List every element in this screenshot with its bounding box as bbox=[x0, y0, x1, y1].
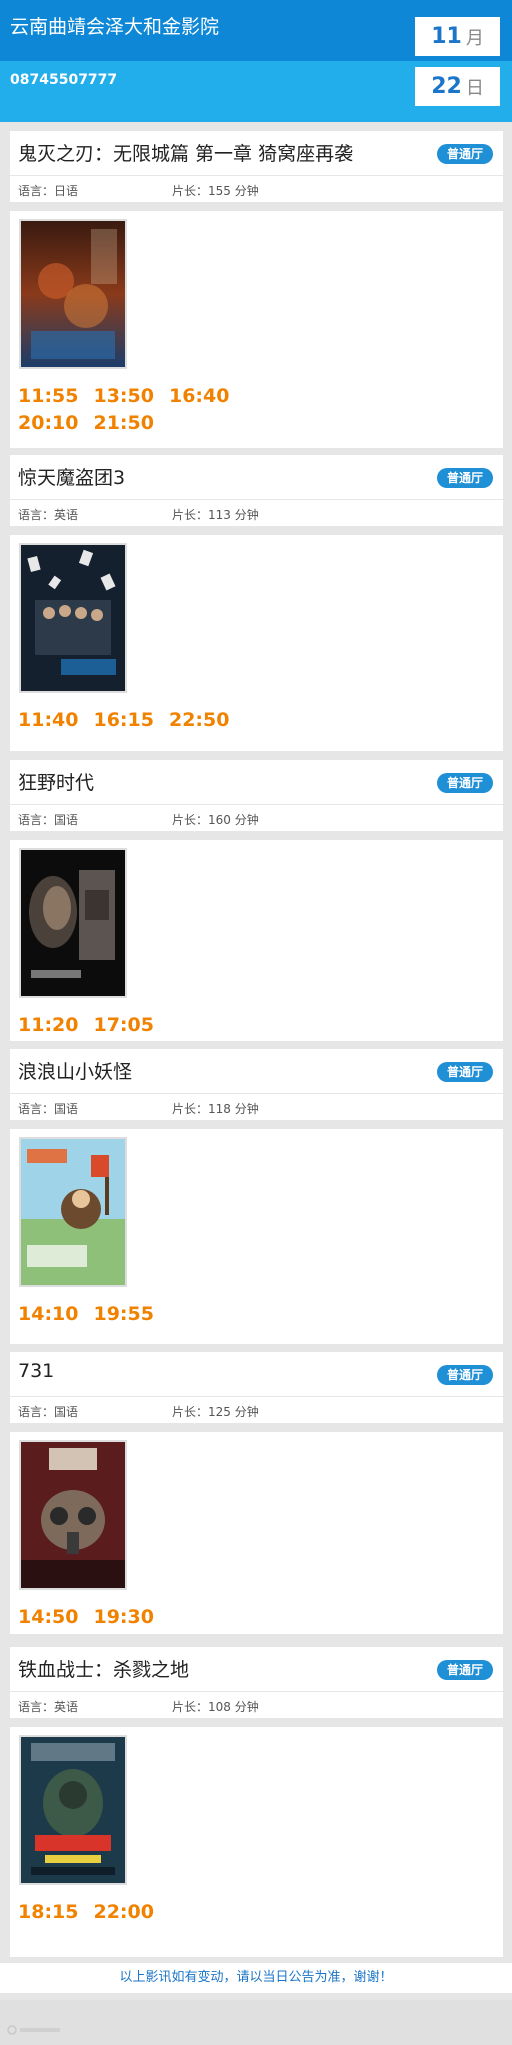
month-number: 11 bbox=[431, 24, 462, 49]
movie-title-bar: 狂野时代 普通厅 bbox=[10, 760, 503, 804]
cinema-name: 云南曲靖会泽大和金影院 bbox=[10, 16, 220, 38]
movie-title: 惊天魔盗团3 bbox=[18, 467, 126, 489]
movie-duration: 片长：155 分钟 bbox=[172, 184, 259, 198]
watermark-logo bbox=[6, 2024, 66, 2039]
footer-bottom-band bbox=[0, 2000, 512, 2045]
hall-badge: 普通厅 bbox=[436, 144, 493, 164]
movie-info-bar: 语言：英语 片长：113 分钟 bbox=[10, 500, 503, 526]
movie-showtimes-card: 11:20 17:05 bbox=[10, 840, 503, 1041]
movie-title-bar: 铁血战士：杀戮之地 普通厅 bbox=[10, 1647, 503, 1691]
movie-card: 铁血战士：杀戮之地 普通厅 语言：英语 片长：108 分钟 18:15 22:00 bbox=[10, 1647, 503, 1957]
movie-poster[interactable] bbox=[19, 543, 127, 693]
showtime-list: 18:15 22:00 bbox=[18, 1899, 318, 1926]
showtime[interactable]: 20:10 bbox=[18, 410, 78, 437]
movie-title-bar: 浪浪山小妖怪 普通厅 bbox=[10, 1049, 503, 1093]
day-number: 22 bbox=[431, 74, 462, 99]
movie-language: 语言：国语 bbox=[18, 1102, 79, 1116]
showtime[interactable]: 18:15 bbox=[18, 1899, 78, 1926]
hall-badge: 普通厅 bbox=[436, 1365, 493, 1385]
movie-showtimes-card: 11:40 16:15 22:50 bbox=[10, 535, 503, 751]
movie-card: 惊天魔盗团3 普通厅 语言：英语 片长：113 分钟 11:40 16:15 22:… bbox=[10, 455, 503, 751]
movie-title: 731 bbox=[18, 1360, 55, 1382]
month-unit: 月 bbox=[465, 27, 484, 49]
movie-card: 浪浪山小妖怪 普通厅 语言：国语 片长：118 分钟 14:10 19:55 bbox=[10, 1049, 503, 1344]
cinema-header: 云南曲靖会泽大和金影院 08745507777 11 月 22 日 bbox=[0, 0, 512, 122]
showtime[interactable]: 16:15 bbox=[93, 707, 153, 734]
hall-badge: 普通厅 bbox=[436, 468, 493, 488]
hall-badge: 普通厅 bbox=[436, 1062, 493, 1082]
showtime[interactable]: 16:40 bbox=[169, 383, 229, 410]
showtime[interactable]: 22:50 bbox=[169, 707, 229, 734]
showtime-list: 14:10 19:55 bbox=[18, 1301, 318, 1328]
movie-language: 语言：日语 bbox=[18, 184, 79, 198]
movie-duration: 片长：125 分钟 bbox=[172, 1405, 259, 1419]
footer-notice: 以上影讯如有变动，请以当日公告为准，谢谢！ bbox=[0, 1963, 512, 1993]
movie-duration: 片长：108 分钟 bbox=[172, 1700, 259, 1714]
showtime-list: 11:55 13:50 16:40 20:10 21:50 bbox=[18, 383, 318, 437]
movie-title: 狂野时代 bbox=[18, 772, 95, 794]
showtime[interactable]: 17:05 bbox=[93, 1012, 153, 1039]
movie-poster[interactable] bbox=[19, 1440, 127, 1590]
showtime[interactable]: 11:55 bbox=[18, 383, 78, 410]
movie-info-bar: 语言：国语 片长：118 分钟 bbox=[10, 1094, 503, 1120]
movie-showtimes-card: 14:50 19:30 bbox=[10, 1432, 503, 1634]
movie-showtimes-card: 11:55 13:50 16:40 20:10 21:50 bbox=[10, 211, 503, 448]
movie-language: 语言：英语 bbox=[18, 508, 79, 522]
showtime-list: 14:50 19:30 bbox=[18, 1604, 318, 1631]
showtime[interactable]: 11:40 bbox=[18, 707, 78, 734]
movie-language: 语言：英语 bbox=[18, 1700, 79, 1714]
movie-language: 语言：国语 bbox=[18, 1405, 79, 1419]
movie-info-bar: 语言：国语 片长：160 分钟 bbox=[10, 805, 503, 831]
movie-info-bar: 语言：国语 片长：125 分钟 bbox=[10, 1397, 503, 1423]
movie-showtimes-card: 18:15 22:00 bbox=[10, 1727, 503, 1957]
movie-duration: 片长：118 分钟 bbox=[172, 1102, 259, 1116]
hall-badge: 普通厅 bbox=[436, 773, 493, 793]
showtime[interactable]: 14:50 bbox=[18, 1604, 78, 1631]
movie-card: 731 普通厅 语言：国语 片长：125 分钟 14:50 19:30 bbox=[10, 1352, 503, 1634]
movie-card: 鬼灭之刃：无限城篇 第一章 猗窝座再袭 普通厅 语言：日语 片长：155 分钟 … bbox=[10, 131, 503, 448]
showtime[interactable]: 21:50 bbox=[93, 410, 153, 437]
movie-poster[interactable] bbox=[19, 1137, 127, 1287]
showtime[interactable]: 19:30 bbox=[93, 1604, 153, 1631]
showtime[interactable]: 22:00 bbox=[93, 1899, 153, 1926]
movie-info-bar: 语言：英语 片长：108 分钟 bbox=[10, 1692, 503, 1718]
movie-language: 语言：国语 bbox=[18, 813, 79, 827]
movie-poster[interactable] bbox=[19, 219, 127, 369]
showtime[interactable]: 13:50 bbox=[93, 383, 153, 410]
movie-poster[interactable] bbox=[19, 848, 127, 998]
movie-title: 铁血战士：杀戮之地 bbox=[18, 1659, 190, 1681]
movie-poster[interactable] bbox=[19, 1735, 127, 1885]
movie-duration: 片长：113 分钟 bbox=[172, 508, 259, 522]
movie-card: 狂野时代 普通厅 语言：国语 片长：160 分钟 11:20 17:05 bbox=[10, 760, 503, 1041]
hall-badge: 普通厅 bbox=[436, 1660, 493, 1680]
cinema-phone: 08745507777 bbox=[10, 72, 118, 88]
movie-title: 鬼灭之刃：无限城篇 第一章 猗窝座再袭 bbox=[18, 143, 354, 165]
movie-title: 浪浪山小妖怪 bbox=[18, 1061, 133, 1083]
movie-showtimes-card: 14:10 19:55 bbox=[10, 1129, 503, 1344]
showtime[interactable]: 11:20 bbox=[18, 1012, 78, 1039]
showtime[interactable]: 14:10 bbox=[18, 1301, 78, 1328]
showtime-list: 11:20 17:05 bbox=[18, 1012, 318, 1039]
movie-info-bar: 语言：日语 片长：155 分钟 bbox=[10, 176, 503, 202]
month-box: 11 月 bbox=[415, 17, 500, 56]
movie-duration: 片长：160 分钟 bbox=[172, 813, 259, 827]
day-box: 22 日 bbox=[415, 67, 500, 106]
movie-title-bar: 惊天魔盗团3 普通厅 bbox=[10, 455, 503, 499]
movie-title-bar: 鬼灭之刃：无限城篇 第一章 猗窝座再袭 普通厅 bbox=[10, 131, 503, 175]
movie-title-bar: 731 普通厅 bbox=[10, 1352, 503, 1396]
showtime-list: 11:40 16:15 22:50 bbox=[18, 707, 318, 734]
day-unit: 日 bbox=[465, 77, 484, 99]
showtime[interactable]: 19:55 bbox=[93, 1301, 153, 1328]
